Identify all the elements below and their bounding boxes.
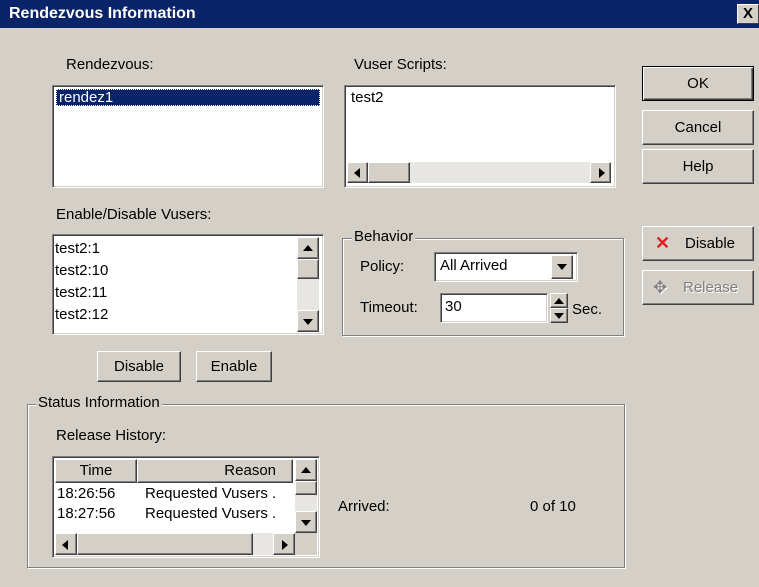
release-button[interactable]: ✥ Release (642, 270, 754, 305)
scroll-thumb[interactable] (368, 162, 410, 183)
release-button-label: Release (683, 279, 739, 296)
disable-button[interactable]: ✕ Disable (642, 226, 754, 261)
policy-label: Policy: (360, 258, 405, 275)
help-button[interactable]: Help (642, 149, 754, 184)
timeout-input[interactable]: 30 (440, 293, 548, 323)
arrived-label: Arrived: (338, 498, 390, 515)
cell-reason: Requested Vusers . (145, 505, 277, 522)
enable-disable-label: Enable/Disable Vusers: (56, 206, 212, 223)
column-header-reason[interactable]: Reason (137, 459, 293, 483)
close-icon: X (742, 5, 753, 22)
vuser-scripts-label: Vuser Scripts: (354, 56, 447, 73)
scroll-right-button[interactable] (273, 533, 295, 555)
vuser-item[interactable]: test2:12 (55, 304, 108, 326)
behavior-title: Behavior (352, 228, 416, 245)
cancel-button[interactable]: Cancel (642, 110, 754, 145)
table-row[interactable]: Requested Vusers . (145, 484, 293, 504)
rendezvous-item[interactable]: rendez1 (56, 89, 320, 106)
scroll-down-button[interactable] (295, 511, 317, 533)
timeout-value: 30 (445, 298, 462, 315)
release-arrows-icon: ✥ (653, 278, 668, 297)
history-hscrollbar[interactable] (55, 533, 295, 555)
policy-select[interactable]: All Arrived (434, 252, 578, 282)
timeout-label: Timeout: (360, 299, 418, 316)
scroll-thumb[interactable] (297, 259, 319, 279)
scroll-up-button[interactable] (295, 459, 317, 481)
arrow-up-icon (303, 245, 313, 251)
timeout-unit: Sec. (572, 301, 603, 318)
cell-time: 18:26:56 (57, 485, 116, 502)
vuser-scripts-hscrollbar[interactable] (347, 162, 611, 183)
cell-time: 18:27:56 (57, 505, 116, 522)
scroll-left-button[interactable] (347, 162, 368, 183)
arrived-value: 0 of 10 (530, 498, 576, 515)
title-bar: Rendezvous Information (0, 0, 759, 28)
status-title: Status Information (36, 394, 162, 411)
arrow-right-icon (282, 540, 288, 550)
table-row[interactable]: 18:26:56 (57, 484, 115, 504)
ok-button[interactable]: OK (642, 66, 754, 101)
arrow-right-icon (599, 168, 605, 178)
policy-value: All Arrived (440, 257, 508, 274)
arrow-down-icon (554, 313, 564, 319)
scroll-left-button[interactable] (55, 533, 77, 555)
vuser-scripts-list[interactable]: test2 (344, 85, 616, 188)
table-row[interactable]: 18:27:56 (57, 504, 115, 524)
table-row[interactable]: Requested Vusers . (145, 504, 293, 524)
release-history-table[interactable]: Time Reason 18:26:56 Requested Vusers . … (52, 456, 320, 558)
column-header-time[interactable]: Time (55, 459, 137, 483)
arrow-left-icon (62, 540, 68, 550)
release-history-label: Release History: (56, 427, 167, 444)
chevron-down-icon (557, 264, 567, 270)
history-vscrollbar[interactable] (295, 459, 317, 533)
vusers-vscrollbar[interactable] (297, 237, 319, 332)
vusers-enable-button[interactable]: Enable (196, 351, 272, 382)
arrow-up-icon (554, 298, 564, 304)
policy-dropdown-button[interactable] (551, 255, 573, 279)
arrow-up-icon (301, 467, 311, 473)
spin-up-button[interactable] (550, 293, 568, 308)
disable-button-label: Disable (685, 235, 736, 252)
arrow-down-icon (303, 319, 313, 325)
vusers-list[interactable]: test2:1 test2:10 test2:11 test2:12 (52, 234, 324, 335)
arrow-down-icon (301, 520, 311, 526)
vuser-item[interactable]: test2:10 (55, 260, 108, 282)
scroll-down-button[interactable] (297, 310, 319, 332)
scroll-right-button[interactable] (590, 162, 611, 183)
vuser-item[interactable]: test2:1 (55, 238, 100, 260)
cell-reason: Requested Vusers . (145, 485, 277, 502)
scroll-up-button[interactable] (297, 237, 319, 259)
vuser-item[interactable]: test2:11 (55, 282, 107, 304)
arrow-left-icon (354, 168, 360, 178)
scroll-thumb[interactable] (77, 533, 253, 555)
close-button[interactable]: X (737, 4, 759, 24)
rendezvous-list[interactable]: rendez1 (52, 85, 324, 188)
spin-down-button[interactable] (550, 308, 568, 323)
window-title: Rendezvous Information (9, 5, 196, 22)
timeout-spinner[interactable] (550, 293, 568, 323)
scroll-corner (295, 533, 317, 555)
scroll-thumb[interactable] (295, 481, 317, 495)
vusers-disable-button[interactable]: Disable (97, 351, 181, 382)
red-x-icon: ✕ (655, 233, 671, 253)
rendezvous-label: Rendezvous: (66, 56, 154, 73)
vuser-script-item[interactable]: test2 (351, 89, 384, 107)
